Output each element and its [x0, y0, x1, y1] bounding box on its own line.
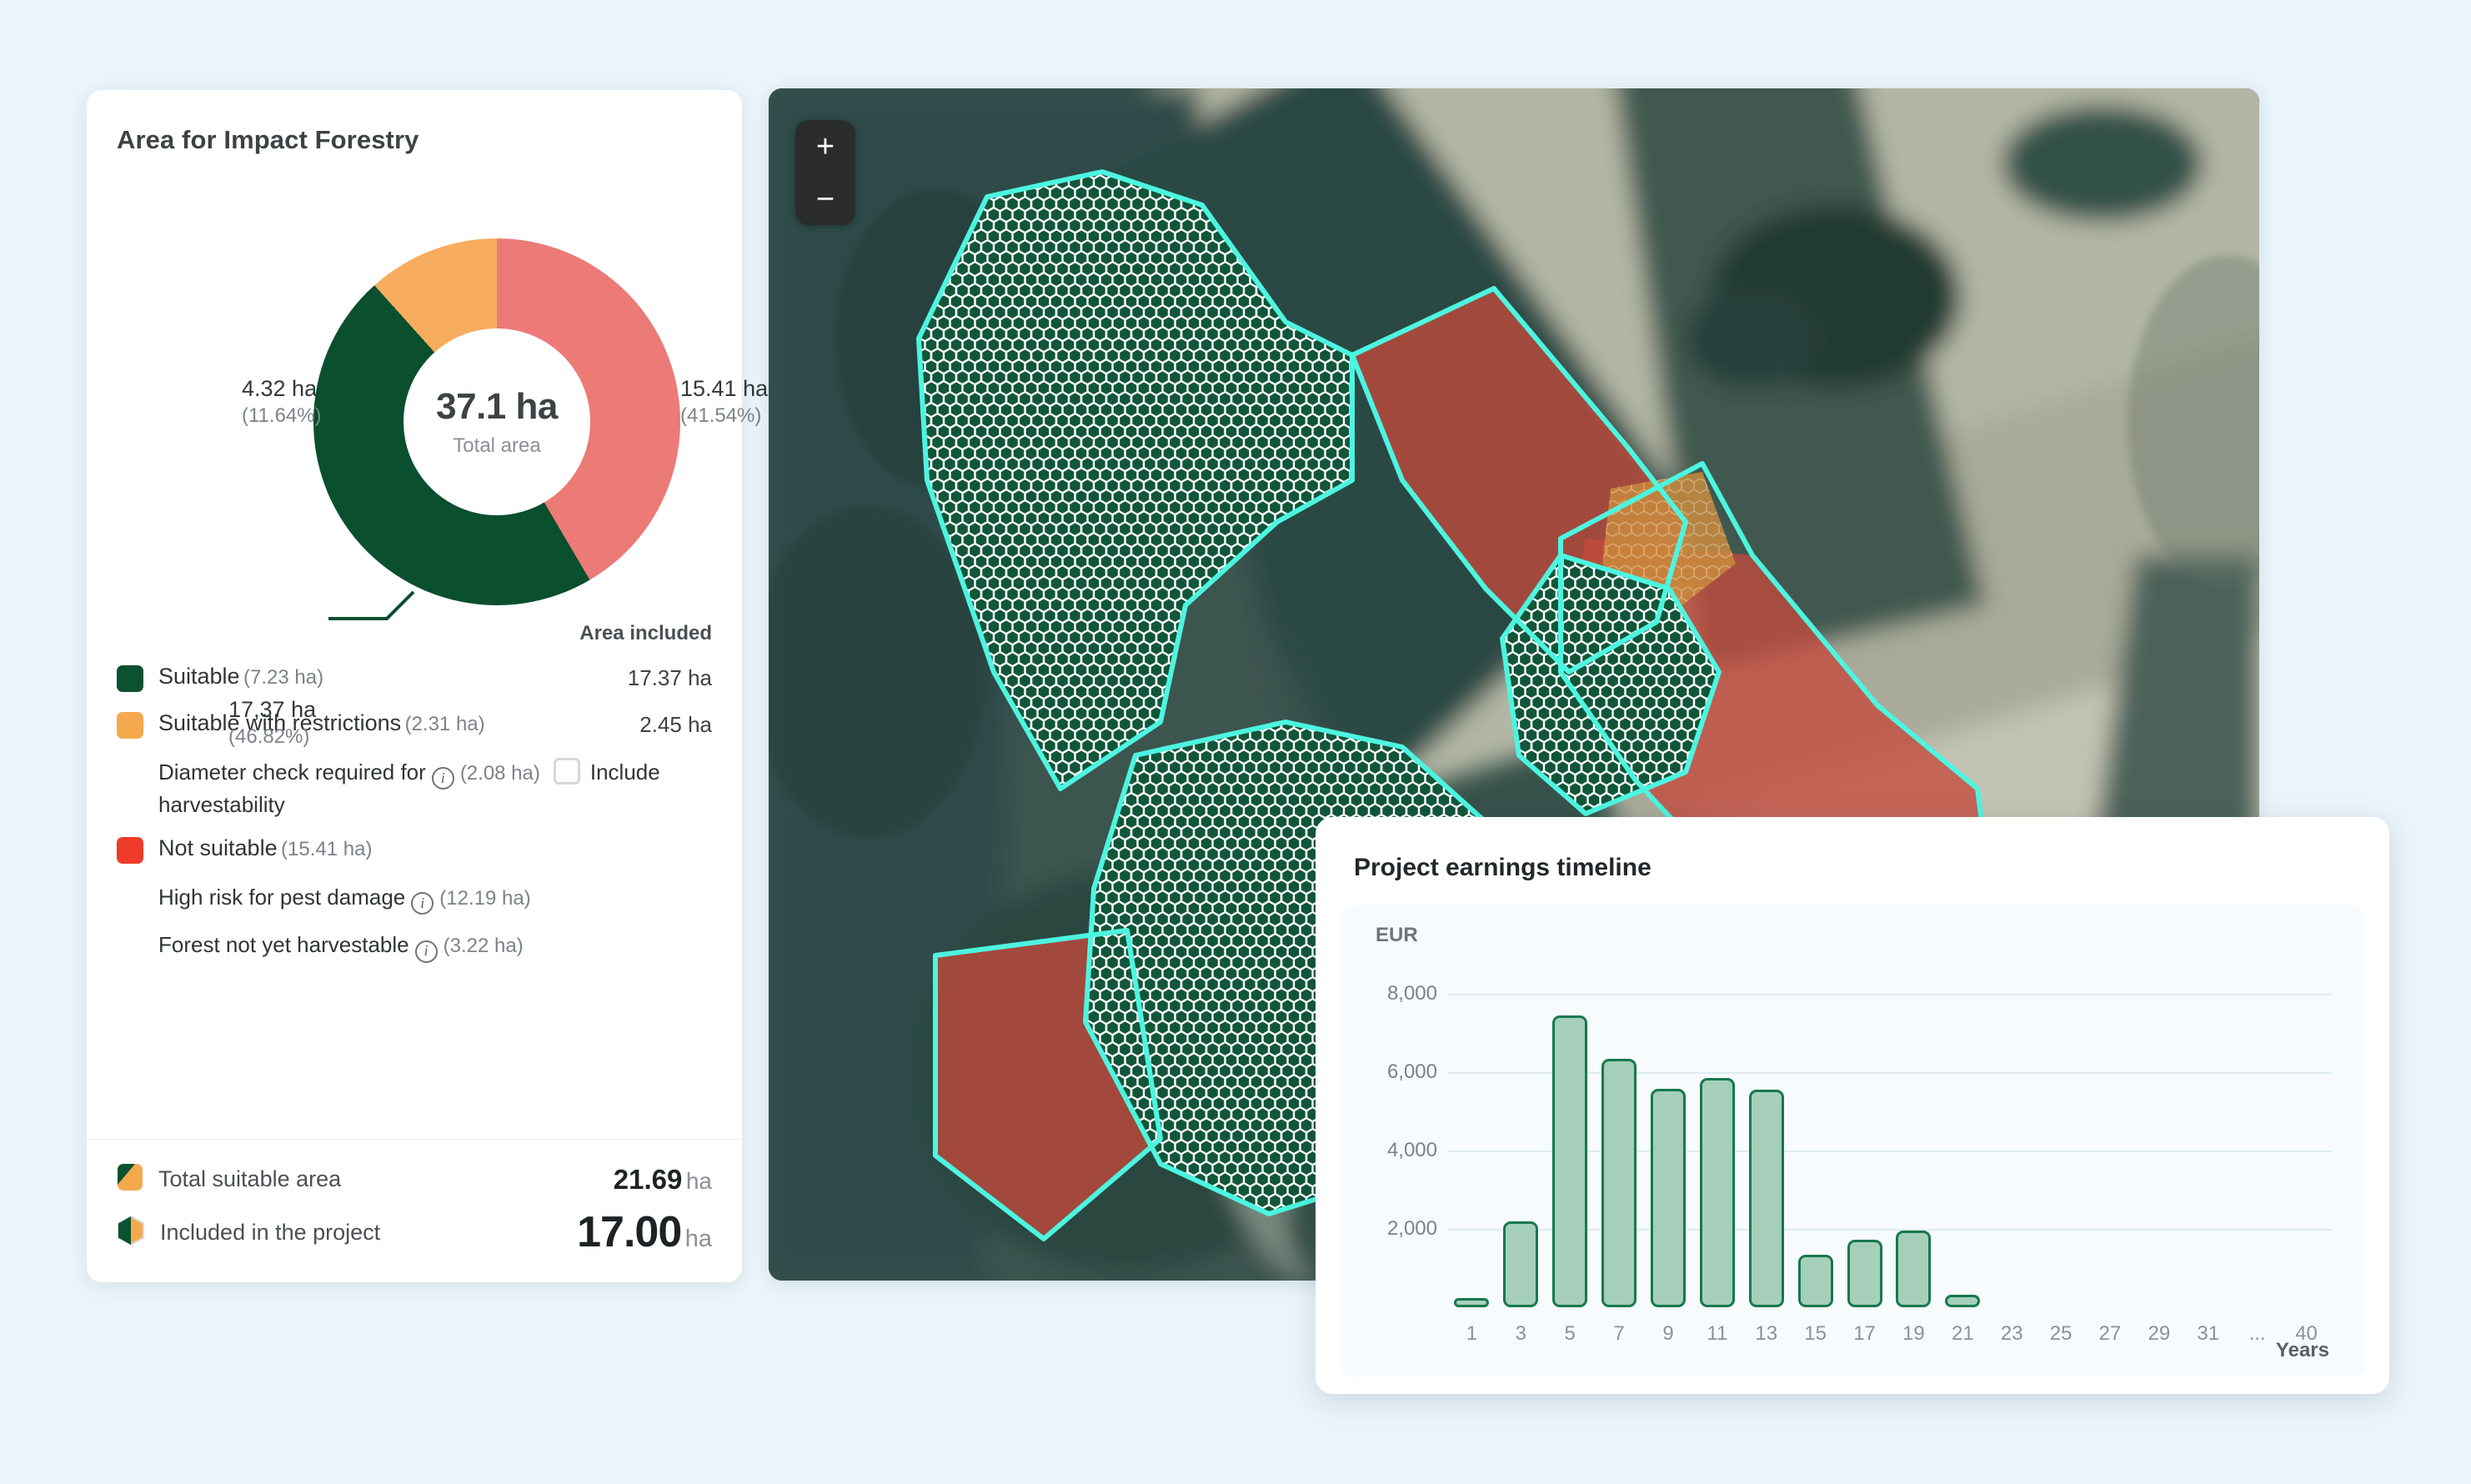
- donut-label-not-suitable-percent: (41.54%): [680, 404, 768, 428]
- x-axis-tick: 40: [2295, 1322, 2318, 1346]
- bar[interactable]: [1896, 1231, 1931, 1307]
- not-yet-harvestable-row: Forest not yet harvestable i (3.22 ha): [158, 930, 712, 962]
- diameter-check-label: Diameter check required for: [158, 760, 426, 785]
- area-card-footer: Total suitable area 21.69 ha Included in…: [87, 1139, 742, 1282]
- diameter-check-row: Diameter check required fori(2.08 ha)Inc…: [158, 757, 712, 820]
- include-harvestability-checkbox[interactable]: [554, 758, 580, 785]
- x-axis-tick: 9: [1662, 1322, 1673, 1346]
- pest-damage-area: (12.19 ha): [439, 887, 530, 910]
- donut-total-label: Total area: [453, 434, 540, 458]
- bar[interactable]: [1552, 1015, 1587, 1307]
- diameter-check-area: (2.08 ha): [460, 762, 540, 785]
- bar[interactable]: [1454, 1298, 1489, 1307]
- bar[interactable]: [1847, 1240, 1882, 1307]
- x-axis-tick: 27: [2099, 1322, 2122, 1346]
- earnings-bar-chart: EUR Years 2,0004,0006,0008,000 135791113…: [1341, 905, 2364, 1377]
- legend-label-suitable: Suitable: [158, 664, 240, 689]
- y-axis-tick: 8,000: [1371, 982, 1437, 1005]
- bar-series: 135791113151719212325272931...40: [1447, 970, 2331, 1307]
- swatch-suitable-with-restrictions: [117, 712, 143, 739]
- not-yet-harvestable-area: (3.22 ha): [444, 935, 524, 957]
- x-axis-tick: 3: [1516, 1322, 1526, 1346]
- bar[interactable]: [1798, 1255, 1833, 1307]
- y-axis-tick: 2,000: [1371, 1217, 1437, 1241]
- y-axis-tick: 6,000: [1371, 1060, 1437, 1084]
- donut-label-restricted: 4.32 ha (11.64%): [242, 376, 322, 428]
- project-earnings-timeline-card: Project earnings timeline EUR Years 2,00…: [1316, 817, 2389, 1394]
- bar[interactable]: [1749, 1090, 1784, 1307]
- donut-label-restricted-value: 4.32 ha: [242, 376, 322, 402]
- legend-sub-suitable: (7.23 ha): [243, 666, 323, 689]
- total-suitable-icon: [117, 1163, 143, 1196]
- total-suitable-value: 21.69 ha: [614, 1164, 712, 1196]
- area-for-impact-forestry-card: Area for Impact Forestry 37.1 ha Total a…: [87, 90, 742, 1282]
- legend-row-suitable-restrictions: Suitable with restrictions (2.31 ha) 2.4…: [117, 710, 712, 739]
- not-yet-harvestable-label: Forest not yet harvestable: [158, 932, 409, 957]
- x-axis-tick: ...: [2249, 1322, 2266, 1346]
- bar[interactable]: [1700, 1078, 1735, 1307]
- legend-row-suitable: Suitable (7.23 ha) 17.37 ha: [117, 664, 712, 692]
- total-suitable-label: Total suitable area: [143, 1166, 341, 1192]
- info-icon-diameter-check[interactable]: i: [432, 767, 454, 790]
- swatch-not-suitable: [117, 837, 143, 864]
- y-axis-tick: 4,000: [1371, 1139, 1437, 1162]
- x-axis-tick: 7: [1613, 1322, 1624, 1346]
- legend-sub-suitable-with-restrictions: (2.31 ha): [405, 713, 485, 735]
- x-axis-tick: 21: [1952, 1322, 1974, 1346]
- map-zoom-controls[interactable]: + −: [795, 120, 855, 225]
- donut-center: 37.1 ha Total area: [403, 328, 590, 515]
- chart-title: Project earnings timeline: [1341, 842, 2364, 882]
- x-axis-tick: 15: [1804, 1322, 1827, 1346]
- bar[interactable]: [1503, 1221, 1538, 1307]
- x-axis-tick: 13: [1755, 1322, 1777, 1346]
- legend-amount-suitable-with-restrictions: 2.45 ha: [639, 710, 712, 738]
- bar[interactable]: [1601, 1059, 1636, 1307]
- x-axis-tick: 19: [1902, 1322, 1925, 1346]
- y-axis-label: EUR: [1376, 924, 1418, 947]
- donut-label-suitable-value: 17,37 ha: [228, 697, 316, 723]
- info-icon-not-yet-harvestable[interactable]: i: [415, 940, 438, 963]
- legend-sub-not-suitable: (15.41 ha): [281, 838, 372, 860]
- footer-row-total-suitable: Total suitable area 21.69 ha: [117, 1163, 712, 1196]
- x-axis-tick: 11: [1707, 1322, 1727, 1346]
- donut-label-suitable: 17,37 ha (46.82%): [228, 697, 316, 749]
- swatch-suitable: [117, 665, 143, 692]
- bar[interactable]: [1945, 1295, 1980, 1308]
- info-icon-pest-damage[interactable]: i: [411, 892, 434, 915]
- included-in-project-label: Included in the project: [145, 1220, 380, 1246]
- x-axis-tick: 29: [2148, 1322, 2171, 1346]
- donut-label-not-suitable-value: 15.41 ha: [680, 376, 768, 402]
- plot-grid-area: 2,000 4,000 6,000 8,000 1357911131517192123…: [1371, 970, 2331, 1307]
- included-in-project-value: 17.00 ha: [577, 1207, 712, 1257]
- zoom-in-button[interactable]: +: [816, 131, 835, 163]
- legend-header-area-included: Area included: [117, 622, 712, 645]
- x-axis-tick: 25: [2050, 1322, 2073, 1346]
- donut-total-value: 37.1 ha: [436, 386, 558, 428]
- donut-label-suitable-percent: (46.82%): [228, 725, 316, 749]
- x-axis-tick: 1: [1466, 1322, 1477, 1346]
- legend-row-not-suitable: Not suitable (15.41 ha): [117, 835, 712, 864]
- pest-damage-row: High risk for pest damage i(12.19 ha): [158, 882, 712, 915]
- zoom-out-button[interactable]: −: [816, 183, 835, 215]
- donut-chart: 37.1 ha Total area 4.32 ha (11.64%) 15.4…: [87, 155, 742, 622]
- x-axis-tick: 31: [2197, 1322, 2219, 1346]
- included-in-project-icon: [117, 1216, 145, 1250]
- donut-label-not-suitable: 15.41 ha (41.54%): [680, 376, 768, 428]
- page-title: Area for Impact Forestry: [87, 90, 742, 155]
- bar[interactable]: [1651, 1089, 1686, 1307]
- pest-damage-label: High risk for pest damage: [158, 885, 405, 910]
- legend-amount-suitable: 17.37 ha: [628, 664, 712, 691]
- donut-label-restricted-percent: (11.64%): [242, 404, 322, 428]
- legend-label-not-suitable: Not suitable: [158, 835, 278, 860]
- footer-row-included: Included in the project 17.00 ha: [117, 1207, 712, 1257]
- x-axis-tick: 5: [1565, 1322, 1576, 1346]
- area-legend: Area included Suitable (7.23 ha) 17.37 h…: [87, 622, 742, 978]
- x-axis-tick: 23: [2001, 1322, 2023, 1346]
- x-axis-tick: 17: [1853, 1322, 1876, 1346]
